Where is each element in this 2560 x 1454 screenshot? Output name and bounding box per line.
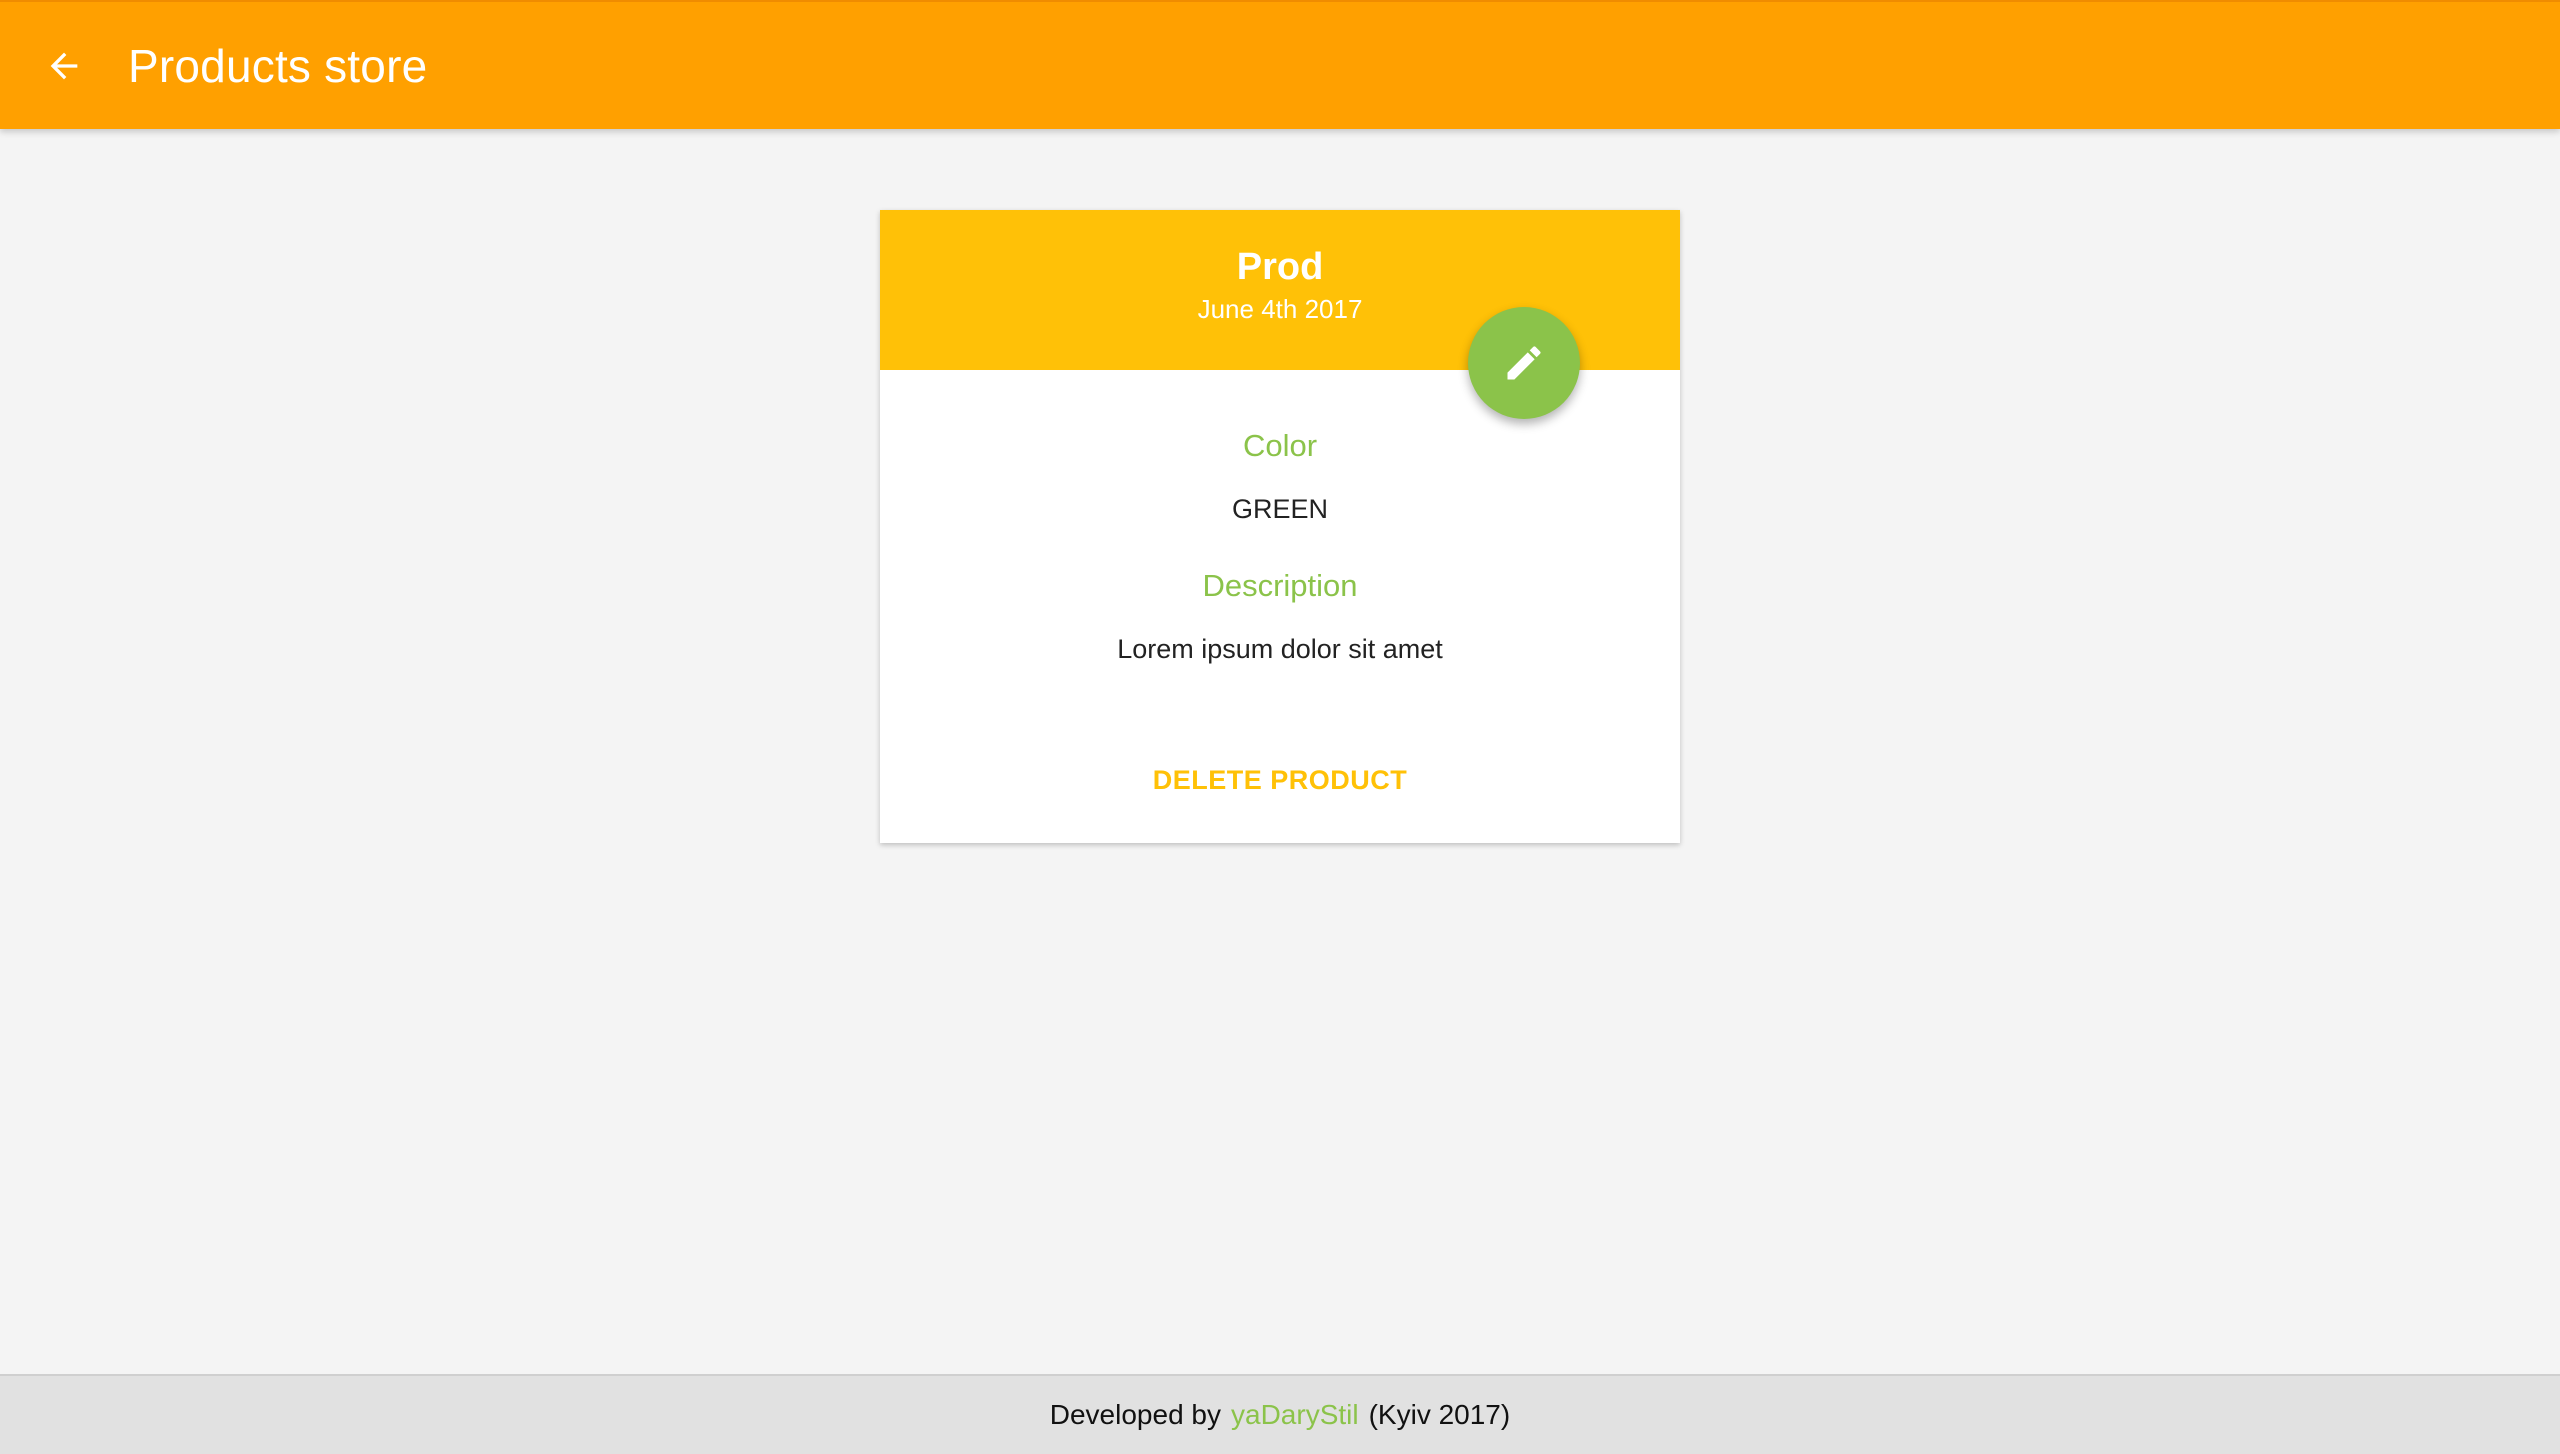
edit-product-button[interactable]: [1468, 307, 1580, 419]
color-value: GREEN: [1231, 494, 1329, 524]
app-bar: Products store: [0, 0, 2560, 129]
product-card: Prod June 4th 2017 Color GREEN Descripti…: [880, 210, 1680, 843]
color-label: Color: [1242, 428, 1318, 463]
description-value: Lorem ipsum dolor sit amet: [1117, 634, 1443, 664]
delete-product-button[interactable]: DELETE PRODUCT: [1153, 750, 1407, 810]
product-name: Prod: [1236, 246, 1324, 288]
pencil-icon: [1507, 346, 1541, 380]
page-title: Products store: [128, 39, 428, 92]
delete-product-label: DELETE PRODUCT: [1152, 764, 1408, 795]
arrow-back-icon: [50, 52, 78, 79]
app-root: Products store Prod June 4th 2017 Color …: [0, 0, 2560, 1454]
footer: Developed by yaDaryStil (Kyiv 2017): [0, 1374, 2560, 1454]
developer-link[interactable]: yaDaryStil: [1231, 1399, 1359, 1431]
footer-suffix: (Kyiv 2017): [1368, 1399, 1511, 1430]
description-label: Description: [1202, 568, 1358, 603]
footer-prefix: Developed by: [1049, 1399, 1221, 1430]
back-button[interactable]: [32, 34, 96, 98]
